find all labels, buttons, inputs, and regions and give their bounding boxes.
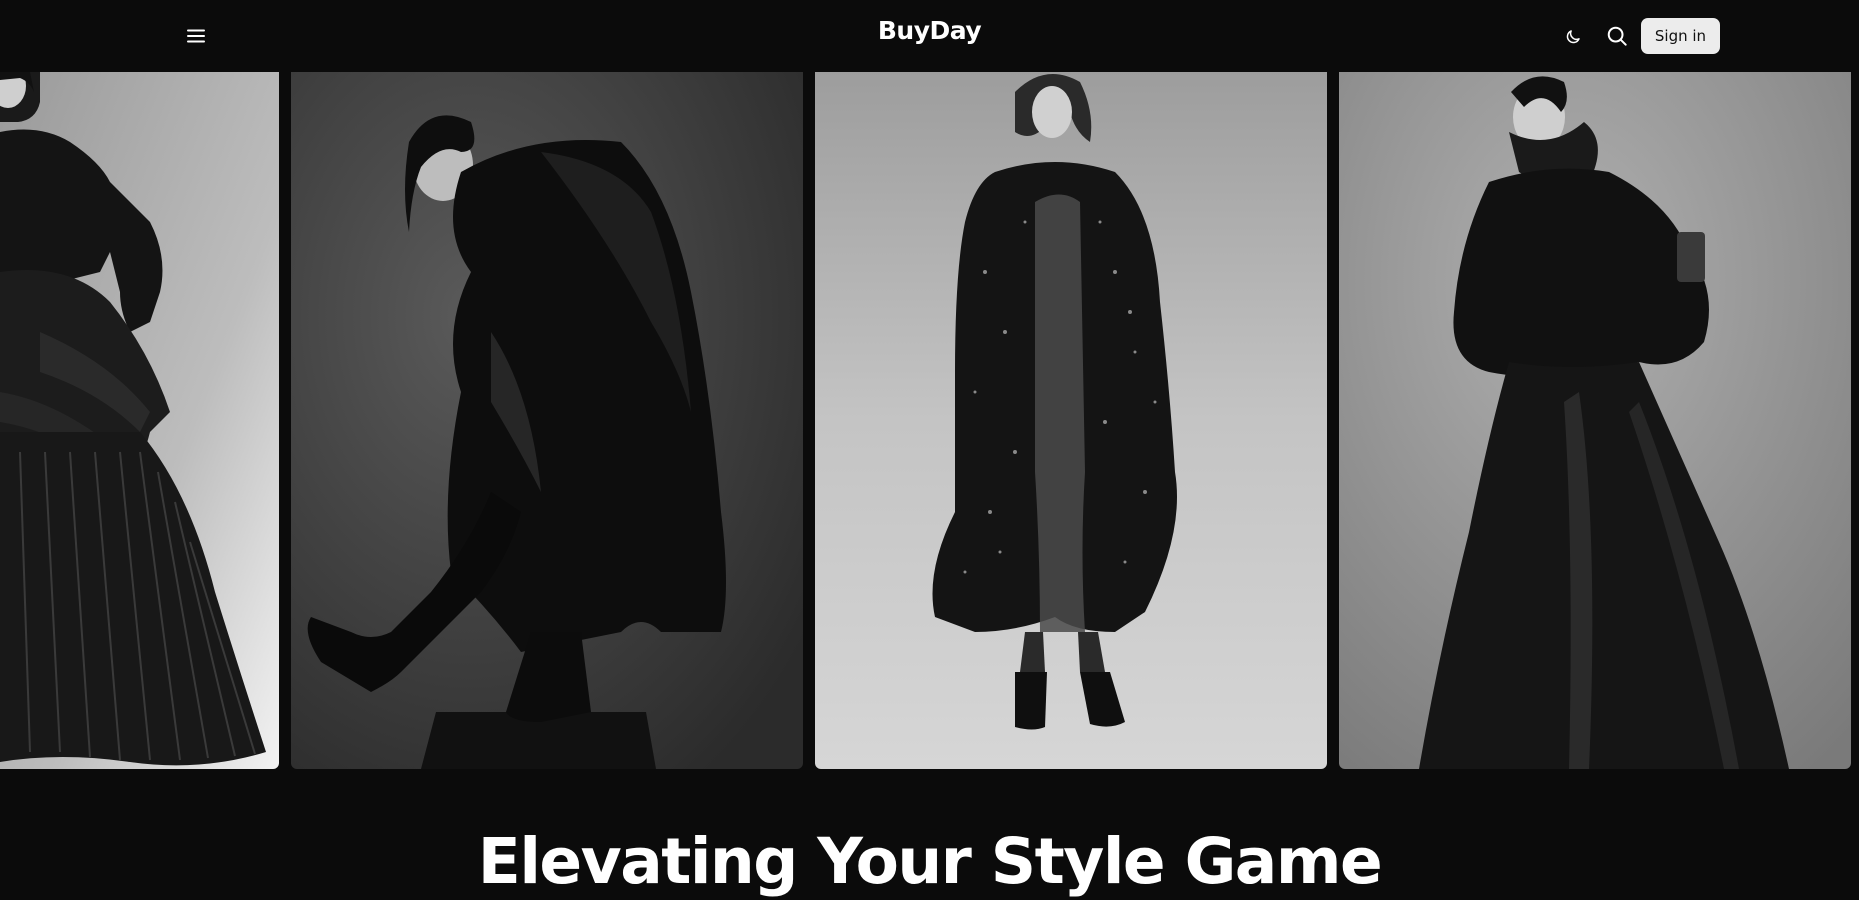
search-button[interactable] bbox=[1603, 22, 1631, 50]
model-pleated-gown-photo[interactable] bbox=[0, 72, 279, 769]
model-bomber-gown-photo[interactable] bbox=[1339, 72, 1851, 769]
moon-icon bbox=[1566, 30, 1580, 44]
theme-toggle-button[interactable] bbox=[1560, 24, 1586, 50]
hamburger-menu-icon bbox=[187, 29, 205, 43]
top-navigation-bar: BuyDay Sign in bbox=[0, 0, 1859, 72]
model-leather-coat-photo[interactable] bbox=[291, 72, 803, 769]
hero-headline: Elevating Your Style Game bbox=[477, 825, 1383, 898]
search-icon bbox=[1607, 26, 1627, 46]
menu-button[interactable] bbox=[182, 22, 210, 50]
image-carousel[interactable] bbox=[0, 72, 1859, 769]
model-sequin-coat-photo[interactable] bbox=[815, 72, 1327, 769]
sign-in-button[interactable]: Sign in bbox=[1641, 18, 1720, 54]
brand-logo[interactable]: BuyDay bbox=[878, 16, 982, 45]
